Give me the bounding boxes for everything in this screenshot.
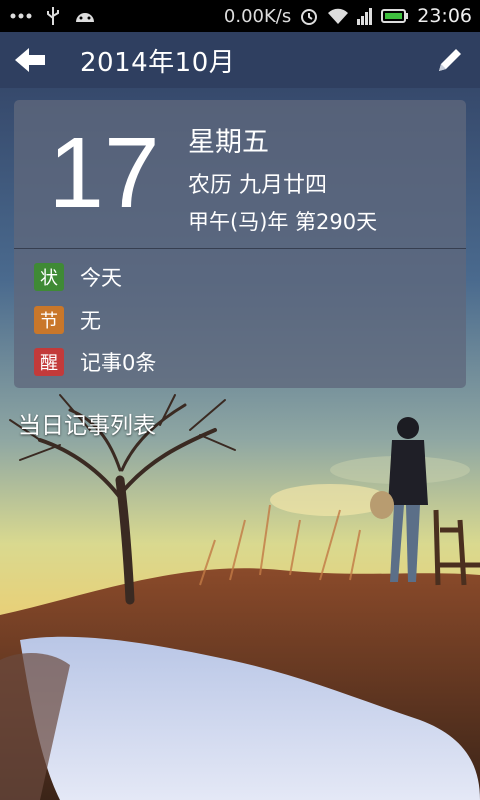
edit-button[interactable] — [420, 32, 480, 88]
signal-icon — [357, 7, 373, 25]
festival-badge: 节 — [34, 306, 64, 334]
back-arrow-icon — [15, 48, 45, 72]
reminder-text: 记事0条 — [80, 351, 157, 375]
festival-text: 无 — [80, 309, 101, 333]
wifi-icon — [327, 7, 349, 25]
clock: 23:06 — [417, 5, 472, 27]
lunar-date: 农历 九月廿四 — [188, 173, 327, 198]
event-list-header: 当日记事列表 — [18, 413, 156, 439]
network-speed: 0.00K/s — [223, 5, 292, 27]
back-button[interactable] — [0, 32, 60, 88]
reminder-badge: 醒 — [34, 348, 64, 376]
more-dots-icon — [10, 12, 32, 20]
android-icon — [74, 8, 96, 24]
festival-row: 节 无 — [34, 305, 101, 335]
usb-icon — [46, 6, 60, 26]
status-row: 状 今天 — [34, 262, 122, 292]
reminder-row[interactable]: 醒 记事0条 — [34, 347, 156, 377]
date-card: 17 星期五 农历 九月廿四 甲午(马)年 第290天 状 今天 节 无 醒 记… — [14, 100, 466, 388]
ganzhi-year-day: 甲午(马)年 第290天 — [188, 210, 378, 234]
battery-icon — [381, 8, 409, 24]
status-badge: 状 — [34, 263, 64, 291]
alarm-icon — [299, 6, 319, 26]
date-summary: 17 星期五 农历 九月廿四 甲午(马)年 第290天 — [14, 100, 466, 249]
pencil-icon — [439, 49, 461, 71]
page-title: 2014年10月 — [80, 47, 236, 78]
status-text: 今天 — [80, 266, 122, 290]
day-number: 17 — [48, 117, 160, 229]
status-bar: 0.00K/s 23:06 — [0, 0, 480, 32]
title-bar: 2014年10月 — [0, 32, 480, 88]
weekday-label: 星期五 — [188, 127, 269, 158]
